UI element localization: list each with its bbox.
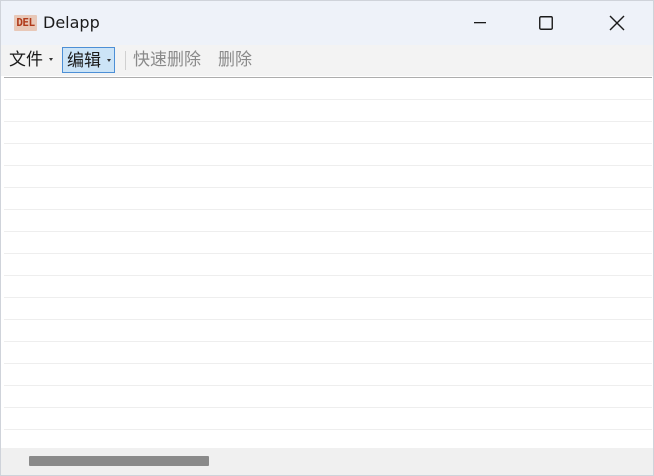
list-row[interactable] xyxy=(4,298,652,320)
maximize-icon xyxy=(539,16,553,30)
app-del-icon: DEL xyxy=(14,15,37,31)
list-row[interactable] xyxy=(4,320,652,342)
app-window: DEL Delapp 文件 编辑 快速删除 删除 xyxy=(0,0,654,476)
menu-edit-label: 编辑 xyxy=(67,51,101,71)
list-row[interactable] xyxy=(4,408,652,430)
list-row[interactable] xyxy=(4,276,652,298)
menu-quick-delete[interactable]: 快速删除 xyxy=(133,47,201,73)
minimize-button[interactable] xyxy=(457,1,503,45)
minimize-icon xyxy=(474,22,486,24)
list-row[interactable] xyxy=(4,144,652,166)
horizontal-scrollbar[interactable] xyxy=(1,448,653,475)
menu-file[interactable]: 文件 xyxy=(7,47,55,73)
file-list[interactable] xyxy=(4,77,652,448)
list-row[interactable] xyxy=(4,188,652,210)
list-row[interactable] xyxy=(4,78,652,100)
maximize-button[interactable] xyxy=(523,1,569,45)
dropdown-arrow-icon xyxy=(107,58,111,62)
list-row[interactable] xyxy=(4,342,652,364)
menu-file-label: 文件 xyxy=(9,50,43,70)
list-row[interactable] xyxy=(4,232,652,254)
scrollbar-thumb[interactable] xyxy=(29,456,209,466)
list-row[interactable] xyxy=(4,210,652,232)
title-bar[interactable]: DEL Delapp xyxy=(1,1,653,45)
window-title: Delapp xyxy=(43,13,100,32)
menu-edit[interactable]: 编辑 xyxy=(62,47,115,73)
list-row[interactable] xyxy=(4,364,652,386)
list-row[interactable] xyxy=(4,122,652,144)
menu-separator xyxy=(125,51,126,70)
close-icon xyxy=(609,15,625,31)
list-row[interactable] xyxy=(4,386,652,408)
list-row[interactable] xyxy=(4,254,652,276)
menu-delete[interactable]: 删除 xyxy=(218,47,252,73)
dropdown-arrow-icon xyxy=(49,57,53,61)
menu-bar: 文件 编辑 快速删除 删除 xyxy=(1,45,653,76)
close-button[interactable] xyxy=(594,1,640,45)
list-row[interactable] xyxy=(4,166,652,188)
list-row[interactable] xyxy=(4,100,652,122)
